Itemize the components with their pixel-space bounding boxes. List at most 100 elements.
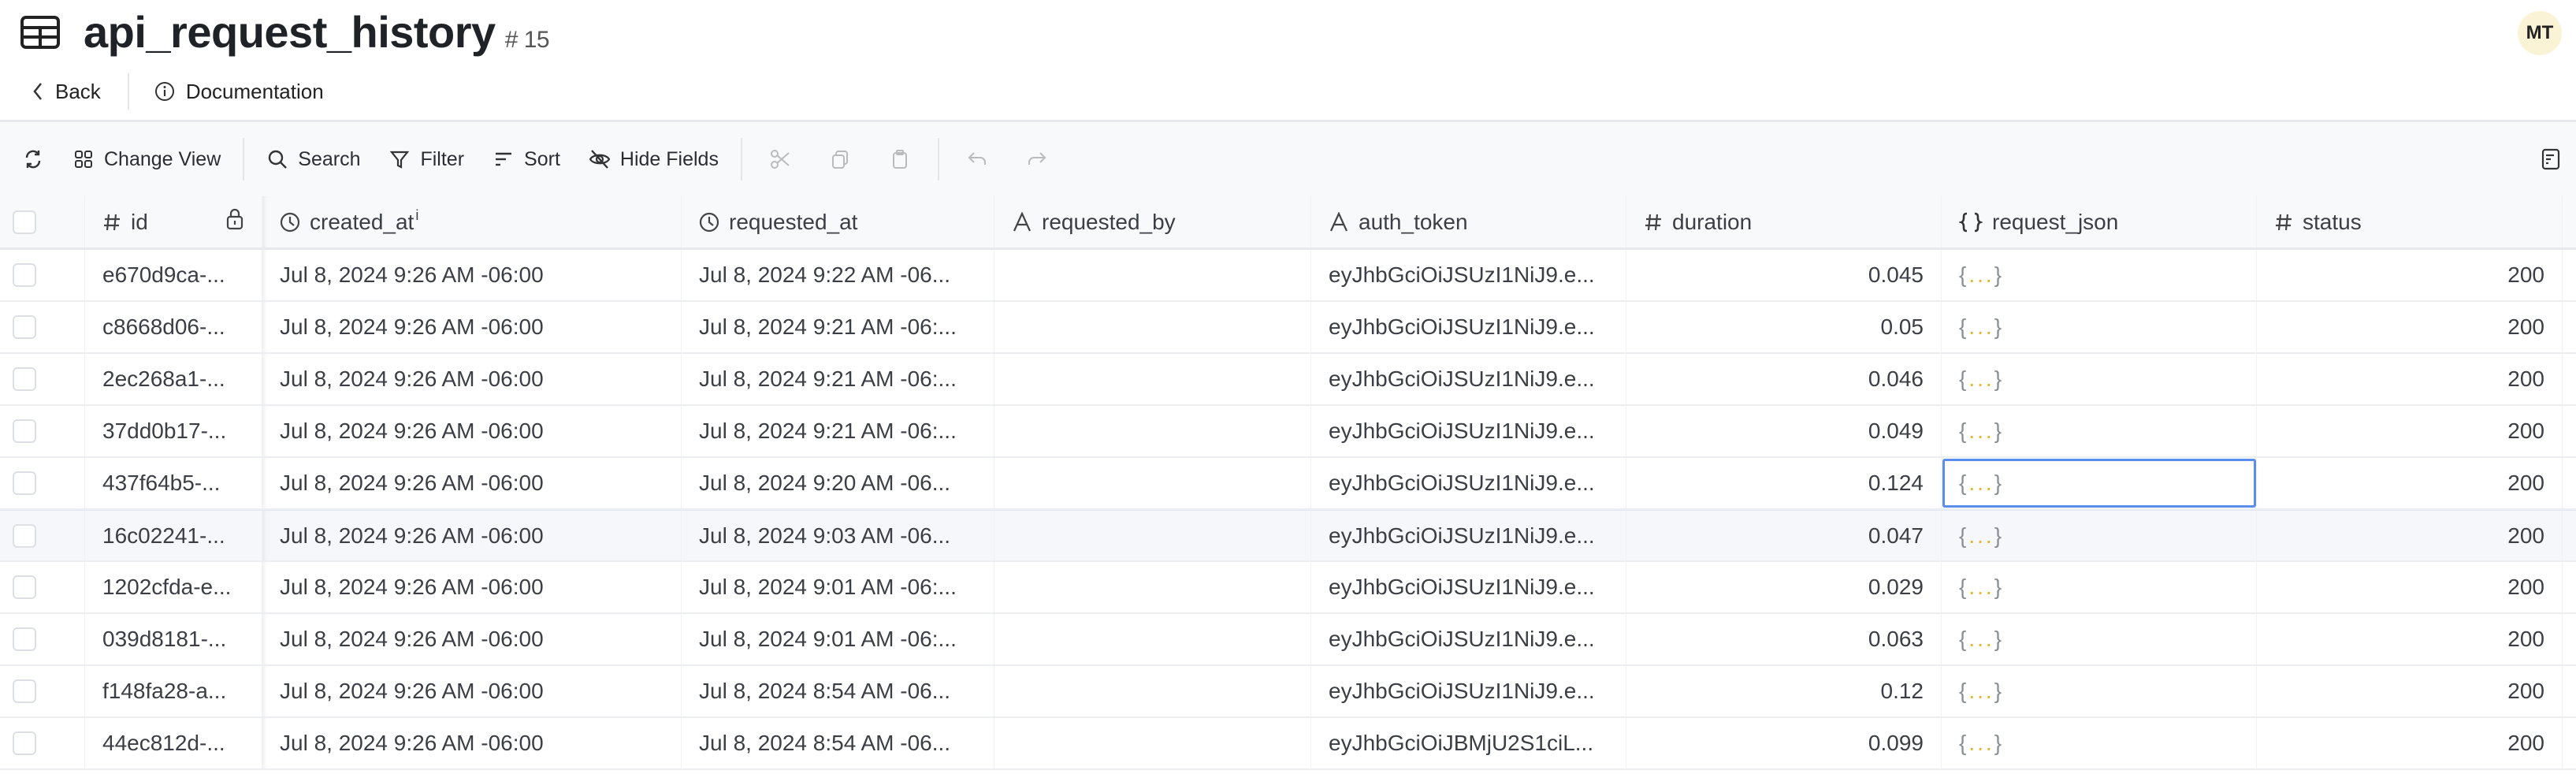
hide-fields-button[interactable]: Hide Fields — [574, 136, 733, 183]
cell-status[interactable]: 200 — [2257, 718, 2563, 768]
column-header-request-json[interactable]: request_json — [1942, 196, 2257, 247]
cell-auth-token[interactable]: eyJhbGciOiJSUzI1NiJ9.e... — [1311, 354, 1626, 404]
cell-status[interactable]: 200 — [2257, 302, 2563, 352]
cell-duration[interactable]: 0.049 — [1626, 406, 1942, 456]
row-checkbox[interactable] — [13, 627, 36, 651]
cell-auth-token[interactable]: eyJhbGciOiJSUzI1NiJ9.e... — [1311, 562, 1626, 612]
row-checkbox[interactable] — [13, 419, 36, 443]
cell-auth-token[interactable]: eyJhbGciOiJSUzI1NiJ9.e... — [1311, 406, 1626, 456]
cell-id[interactable]: e670d9ca-... — [85, 250, 262, 300]
cell-requested-by[interactable] — [994, 666, 1311, 716]
cell-status[interactable]: 200 — [2257, 250, 2563, 300]
cell-requested-at[interactable]: Jul 8, 2024 9:21 AM -06:... — [682, 354, 994, 404]
cell-created-at[interactable]: Jul 8, 2024 9:26 AM -06:00 — [262, 666, 682, 716]
table-row[interactable]: 1202cfda-e... Jul 8, 2024 9:26 AM -06:00 J… — [0, 562, 2576, 614]
cell-requested-by[interactable] — [994, 458, 1311, 508]
search-button[interactable]: Search — [252, 136, 374, 183]
cell-id[interactable]: 16c02241-... — [85, 511, 262, 560]
refresh-button[interactable] — [0, 136, 58, 183]
cell-duration[interactable]: 0.05 — [1626, 302, 1942, 352]
table-row[interactable]: 37dd0b17-... Jul 8, 2024 9:26 AM -06:00 Ju… — [0, 406, 2576, 458]
table-row[interactable]: 44ec812d-... Jul 8, 2024 9:26 AM -06:00 Ju… — [0, 718, 2576, 770]
cell-auth-token[interactable]: eyJhbGciOiJSUzI1NiJ9.e... — [1311, 511, 1626, 560]
back-button[interactable]: Back — [32, 80, 101, 104]
cell-created-at[interactable]: Jul 8, 2024 9:26 AM -06:00 — [262, 406, 682, 456]
cell-duration[interactable]: 0.029 — [1626, 562, 1942, 612]
filter-button[interactable]: Filter — [374, 136, 478, 183]
column-header-requested-by[interactable]: requested_by — [994, 196, 1311, 247]
cell-created-at[interactable]: Jul 8, 2024 9:26 AM -06:00 — [262, 718, 682, 768]
cell-id[interactable]: 44ec812d-... — [85, 718, 262, 768]
select-all-checkbox[interactable] — [13, 210, 36, 234]
cell-auth-token[interactable]: eyJhbGciOiJSUzI1NiJ9.e... — [1311, 250, 1626, 300]
column-header-auth-token[interactable]: auth_token — [1311, 196, 1626, 247]
cell-request-json[interactable]: {...} — [1942, 511, 2257, 560]
cell-request-json[interactable]: {...} — [1942, 354, 2257, 404]
cell-requested-at[interactable]: Jul 8, 2024 9:01 AM -06:... — [682, 614, 994, 664]
cell-created-at[interactable]: Jul 8, 2024 9:26 AM -06:00 — [262, 614, 682, 664]
cell-requested-at[interactable]: Jul 8, 2024 9:21 AM -06:... — [682, 302, 994, 352]
row-checkbox[interactable] — [13, 471, 36, 495]
table-row[interactable]: 039d8181-... Jul 8, 2024 9:26 AM -06:00 Ju… — [0, 614, 2576, 666]
row-checkbox[interactable] — [13, 367, 36, 391]
cell-request-json[interactable]: {...} — [1942, 666, 2257, 716]
table-row[interactable]: c8668d06-... Jul 8, 2024 9:26 AM -06:00 Ju… — [0, 302, 2576, 354]
cell-requested-by[interactable] — [994, 718, 1311, 768]
cell-request-json[interactable]: {...} — [1942, 614, 2257, 664]
redo-button[interactable] — [1007, 136, 1067, 183]
sort-button[interactable]: Sort — [478, 136, 574, 183]
cell-status[interactable]: 200 — [2257, 511, 2563, 560]
cell-created-at[interactable]: Jul 8, 2024 9:26 AM -06:00 — [262, 511, 682, 560]
cell-created-at[interactable]: Jul 8, 2024 9:26 AM -06:00 — [262, 562, 682, 612]
cell-requested-at[interactable]: Jul 8, 2024 9:20 AM -06... — [682, 458, 994, 508]
cell-requested-at[interactable]: Jul 8, 2024 8:54 AM -06... — [682, 718, 994, 768]
copy-button[interactable] — [810, 136, 870, 183]
cell-requested-at[interactable]: Jul 8, 2024 9:22 AM -06... — [682, 250, 994, 300]
cell-id[interactable]: c8668d06-... — [85, 302, 262, 352]
column-header-duration[interactable]: duration — [1626, 196, 1942, 247]
cell-duration[interactable]: 0.063 — [1626, 614, 1942, 664]
cell-created-at[interactable]: Jul 8, 2024 9:26 AM -06:00 — [262, 302, 682, 352]
column-info-indicator[interactable]: i — [415, 207, 418, 224]
cell-request-json[interactable]: {...} — [1942, 250, 2257, 300]
table-row[interactable]: f148fa28-a... Jul 8, 2024 9:26 AM -06:00 J… — [0, 666, 2576, 718]
cell-requested-at[interactable]: Jul 8, 2024 9:03 AM -06... — [682, 511, 994, 560]
cell-created-at[interactable]: Jul 8, 2024 9:26 AM -06:00 — [262, 458, 682, 508]
cell-id[interactable]: 37dd0b17-... — [85, 406, 262, 456]
cell-requested-by[interactable] — [994, 406, 1311, 456]
cell-created-at[interactable]: Jul 8, 2024 9:26 AM -06:00 — [262, 354, 682, 404]
cell-auth-token[interactable]: eyJhbGciOiJSUzI1NiJ9.e... — [1311, 458, 1626, 508]
cell-requested-at[interactable]: Jul 8, 2024 8:54 AM -06... — [682, 666, 994, 716]
column-header-status[interactable]: status — [2257, 196, 2563, 247]
cell-id[interactable]: f148fa28-a... — [85, 666, 262, 716]
cell-auth-token[interactable]: eyJhbGciOiJBMjU2S1ciL... — [1311, 718, 1626, 768]
row-checkbox[interactable] — [13, 315, 36, 339]
user-avatar[interactable]: MT — [2518, 11, 2562, 55]
column-header-created-at[interactable]: created_at i — [262, 196, 682, 247]
cell-status[interactable]: 200 — [2257, 614, 2563, 664]
cell-duration[interactable]: 0.12 — [1626, 666, 1942, 716]
cell-status[interactable]: 200 — [2257, 666, 2563, 716]
cell-requested-by[interactable] — [994, 614, 1311, 664]
cell-requested-at[interactable]: Jul 8, 2024 9:01 AM -06:... — [682, 562, 994, 612]
cell-request-json[interactable]: {...} — [1942, 562, 2257, 612]
cell-auth-token[interactable]: eyJhbGciOiJSUzI1NiJ9.e... — [1311, 614, 1626, 664]
cell-id[interactable]: 437f64b5-... — [85, 458, 262, 508]
cell-duration[interactable]: 0.045 — [1626, 250, 1942, 300]
column-header-id[interactable]: id — [85, 196, 262, 247]
cell-duration[interactable]: 0.046 — [1626, 354, 1942, 404]
cell-request-json[interactable]: {...} — [1942, 406, 2257, 456]
cell-duration[interactable]: 0.099 — [1626, 718, 1942, 768]
documentation-button[interactable]: Documentation — [154, 80, 324, 104]
cell-request-json[interactable]: {...} — [1942, 458, 2257, 508]
table-row[interactable]: e670d9ca-... Jul 8, 2024 9:26 AM -06:00 Ju… — [0, 250, 2576, 302]
cell-created-at[interactable]: Jul 8, 2024 9:26 AM -06:00 — [262, 250, 682, 300]
row-checkbox[interactable] — [13, 731, 36, 755]
cell-auth-token[interactable]: eyJhbGciOiJSUzI1NiJ9.e... — [1311, 302, 1626, 352]
cell-duration[interactable]: 0.124 — [1626, 458, 1942, 508]
table-row[interactable]: 2ec268a1-... Jul 8, 2024 9:26 AM -06:00 Ju… — [0, 354, 2576, 406]
row-checkbox[interactable] — [13, 679, 36, 703]
table-row[interactable]: 16c02241-... Jul 8, 2024 9:26 AM -06:00 Ju… — [0, 510, 2576, 562]
column-header-requested-at[interactable]: requested_at — [682, 196, 994, 247]
row-checkbox[interactable] — [13, 263, 36, 287]
